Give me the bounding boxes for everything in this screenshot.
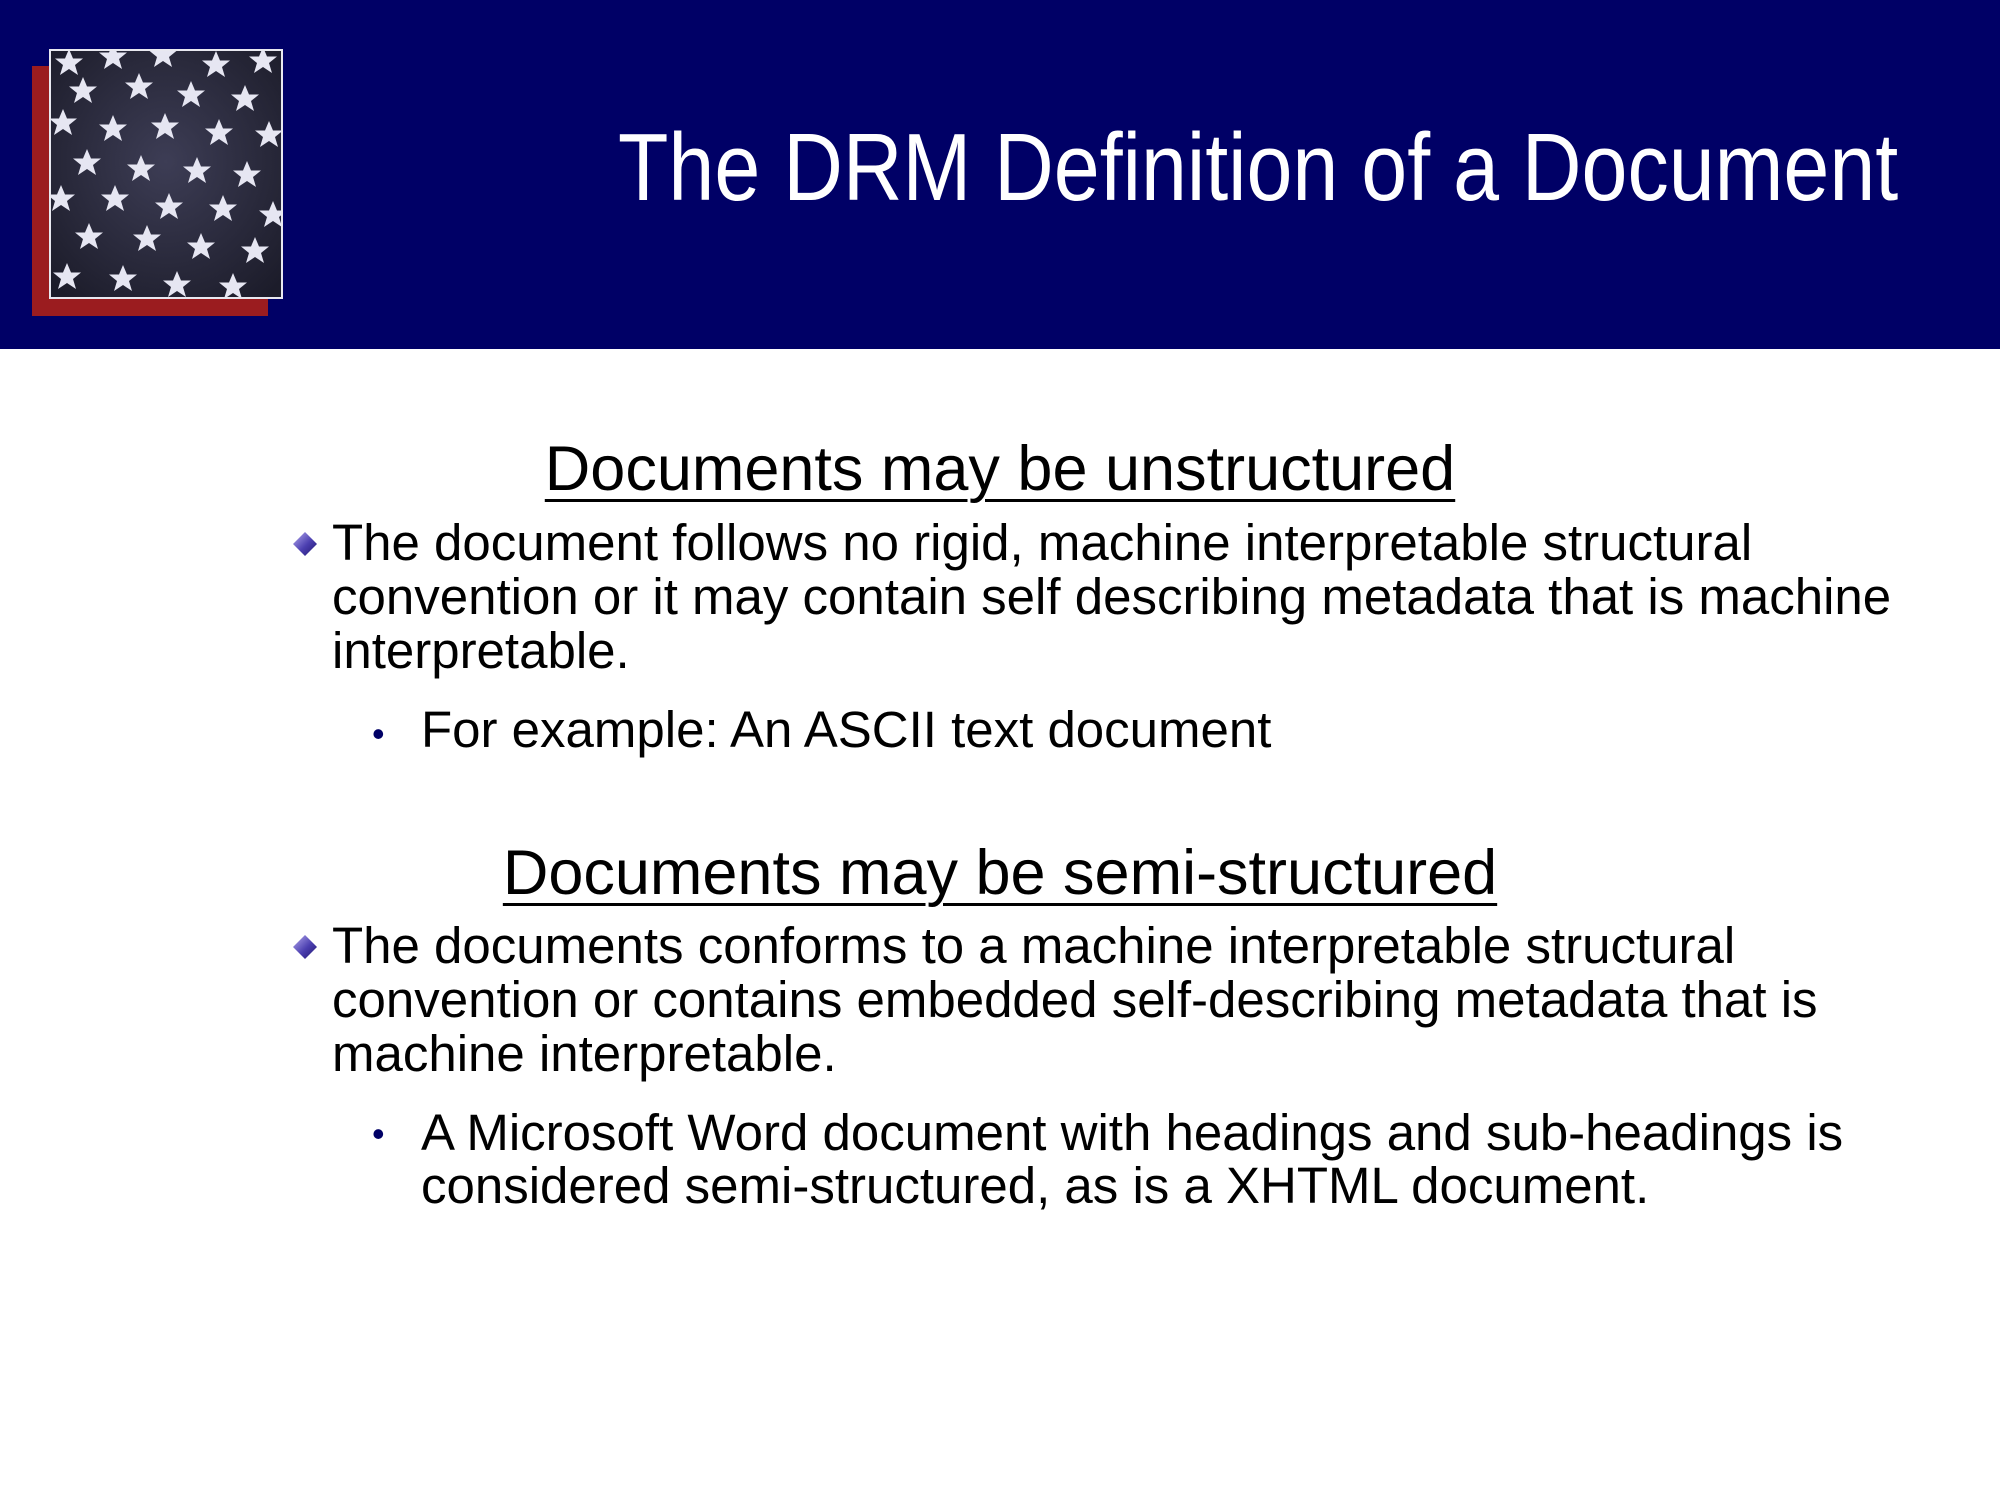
- sub-bullet-text-semi-structured: A Microsoft Word document with headings …: [421, 1104, 1844, 1214]
- stars-flag-logo: [49, 49, 283, 299]
- bullet-text-semi-structured: The documents conforms to a machine inte…: [332, 917, 1818, 1082]
- slide-title: The DRM Definition of a Document: [618, 114, 1899, 221]
- sub-bullet-dot: •: [372, 1113, 385, 1154]
- bullet-text-unstructured: The document follows no rigid, machine i…: [332, 514, 1892, 679]
- diamond-bullet-icon: [293, 532, 317, 556]
- section-heading-unstructured: Documents may be unstructured: [544, 434, 1456, 504]
- slide: The DRM Definition of a Document Documen…: [0, 0, 2000, 1500]
- section-heading-semi-structured: Documents may be semi-structured: [502, 838, 1498, 908]
- sub-bullet-text-unstructured: For example: An ASCII text document: [421, 701, 1272, 758]
- sub-bullet-dot: •: [372, 713, 385, 754]
- diamond-bullet-icon: [293, 935, 317, 959]
